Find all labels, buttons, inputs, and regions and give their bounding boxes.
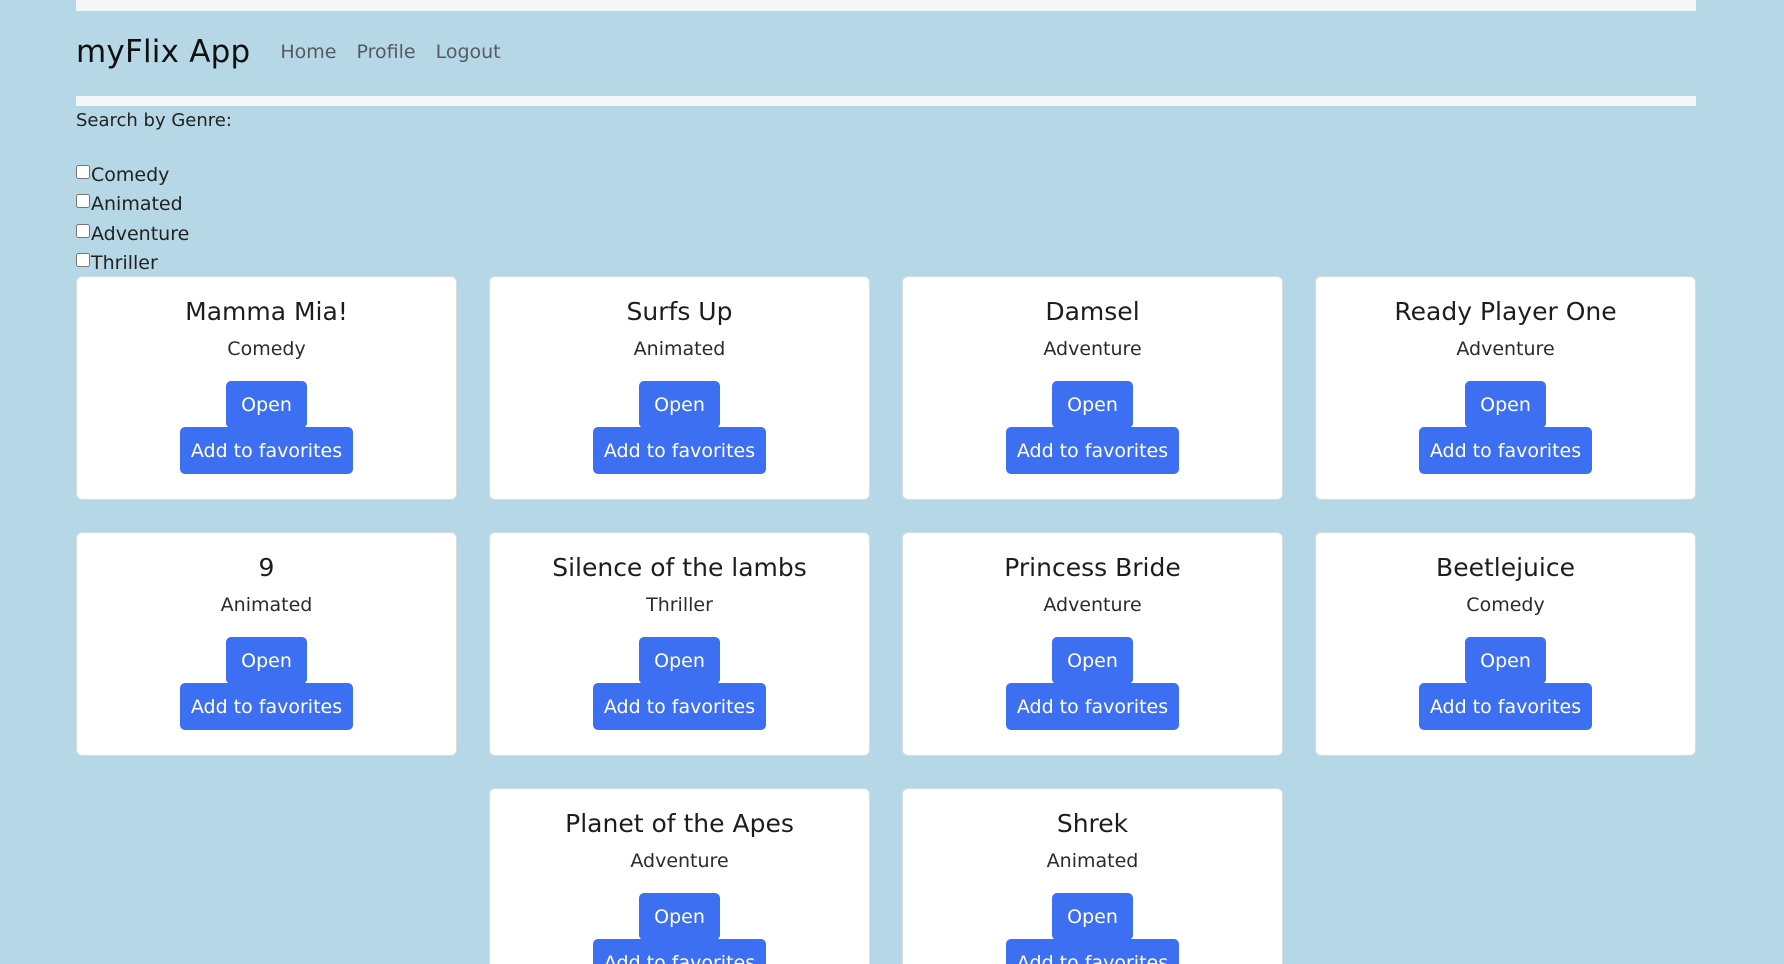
- movie-genre: Adventure: [1043, 594, 1142, 616]
- movie-title: Shrek: [1056, 809, 1129, 838]
- genre-option-comedy[interactable]: Comedy: [76, 160, 189, 190]
- open-button[interactable]: Open: [1052, 637, 1133, 684]
- genre-label: Comedy: [91, 163, 170, 186]
- movie-title: Mamma Mia!: [185, 297, 348, 326]
- add-to-favorites-button[interactable]: Add to favorites: [593, 427, 766, 474]
- movie-title: Planet of the Apes: [565, 809, 794, 838]
- movie-card: Mamma Mia! Comedy Open Add to favorites: [76, 276, 457, 500]
- movie-genre: Adventure: [630, 850, 729, 872]
- nav-link-profile[interactable]: Profile: [356, 41, 415, 63]
- add-to-favorites-button[interactable]: Add to favorites: [180, 427, 353, 474]
- genre-checkbox-thriller[interactable]: [76, 253, 90, 268]
- genre-filter-list: Comedy Animated Adventure Thriller: [76, 160, 189, 278]
- add-to-favorites-button[interactable]: Add to favorites: [1006, 683, 1179, 730]
- open-button[interactable]: Open: [1465, 381, 1546, 428]
- open-button[interactable]: Open: [639, 893, 720, 940]
- genre-checkbox-adventure[interactable]: [76, 223, 90, 238]
- add-to-favorites-button[interactable]: Add to favorites: [1419, 427, 1592, 474]
- navbar: myFlix App Home Profile Logout: [76, 26, 521, 78]
- nav-link-logout[interactable]: Logout: [436, 41, 501, 63]
- open-button[interactable]: Open: [1052, 381, 1133, 428]
- movie-genre: Comedy: [1466, 594, 1545, 616]
- open-button[interactable]: Open: [639, 637, 720, 684]
- add-to-favorites-button[interactable]: Add to favorites: [1419, 683, 1592, 730]
- add-to-favorites-button[interactable]: Add to favorites: [593, 683, 766, 730]
- genre-checkbox-comedy[interactable]: [76, 164, 90, 179]
- movie-card: Princess Bride Adventure Open Add to fav…: [902, 532, 1283, 756]
- movie-genre: Adventure: [1043, 338, 1142, 360]
- genre-option-animated[interactable]: Animated: [76, 190, 189, 220]
- movie-genre: Animated: [220, 594, 313, 616]
- movie-card: Surfs Up Animated Open Add to favorites: [489, 276, 870, 500]
- navbar-divider: [76, 96, 1696, 106]
- genre-checkbox-animated[interactable]: [76, 194, 90, 209]
- movie-card: Silence of the lambs Thriller Open Add t…: [489, 532, 870, 756]
- movie-title: 9: [258, 553, 275, 582]
- add-to-favorites-button[interactable]: Add to favorites: [1006, 939, 1179, 964]
- movie-title: Surfs Up: [626, 297, 733, 326]
- genre-label: Adventure: [91, 222, 190, 245]
- top-divider: [76, 0, 1696, 11]
- add-to-favorites-button[interactable]: Add to favorites: [180, 683, 353, 730]
- genre-label: Animated: [91, 193, 183, 216]
- movie-genre: Animated: [1046, 850, 1139, 872]
- movie-card: Damsel Adventure Open Add to favorites: [902, 276, 1283, 500]
- movie-genre: Thriller: [646, 594, 713, 616]
- add-to-favorites-button[interactable]: Add to favorites: [1006, 427, 1179, 474]
- open-button[interactable]: Open: [1465, 637, 1546, 684]
- genre-label: Thriller: [91, 252, 158, 275]
- movie-title: Princess Bride: [1004, 553, 1181, 582]
- page: myFlix App Home Profile Logout Search by…: [0, 0, 1784, 964]
- brand-logo[interactable]: myFlix App: [76, 34, 250, 70]
- movie-card: Beetlejuice Comedy Open Add to favorites: [1315, 532, 1696, 756]
- nav-link-home[interactable]: Home: [280, 41, 336, 63]
- open-button[interactable]: Open: [226, 637, 307, 684]
- movie-card: Ready Player One Adventure Open Add to f…: [1315, 276, 1696, 500]
- open-button[interactable]: Open: [639, 381, 720, 428]
- open-button[interactable]: Open: [226, 381, 307, 428]
- movie-title: Ready Player One: [1394, 297, 1617, 326]
- add-to-favorites-button[interactable]: Add to favorites: [593, 939, 766, 964]
- movie-grid: Mamma Mia! Comedy Open Add to favorites …: [76, 276, 1696, 964]
- movie-card: 9 Animated Open Add to favorites: [76, 532, 457, 756]
- movie-genre: Adventure: [1456, 338, 1555, 360]
- genre-option-adventure[interactable]: Adventure: [76, 219, 189, 249]
- movie-card: Planet of the Apes Adventure Open Add to…: [489, 788, 870, 964]
- movie-title: Damsel: [1045, 297, 1140, 326]
- movie-title: Beetlejuice: [1436, 553, 1575, 582]
- genre-filter-title: Search by Genre:: [76, 110, 232, 131]
- genre-option-thriller[interactable]: Thriller: [76, 249, 189, 279]
- movie-genre: Animated: [633, 338, 726, 360]
- movie-genre: Comedy: [227, 338, 306, 360]
- open-button[interactable]: Open: [1052, 893, 1133, 940]
- movie-card: Shrek Animated Open Add to favorites: [902, 788, 1283, 964]
- movie-title: Silence of the lambs: [552, 553, 807, 582]
